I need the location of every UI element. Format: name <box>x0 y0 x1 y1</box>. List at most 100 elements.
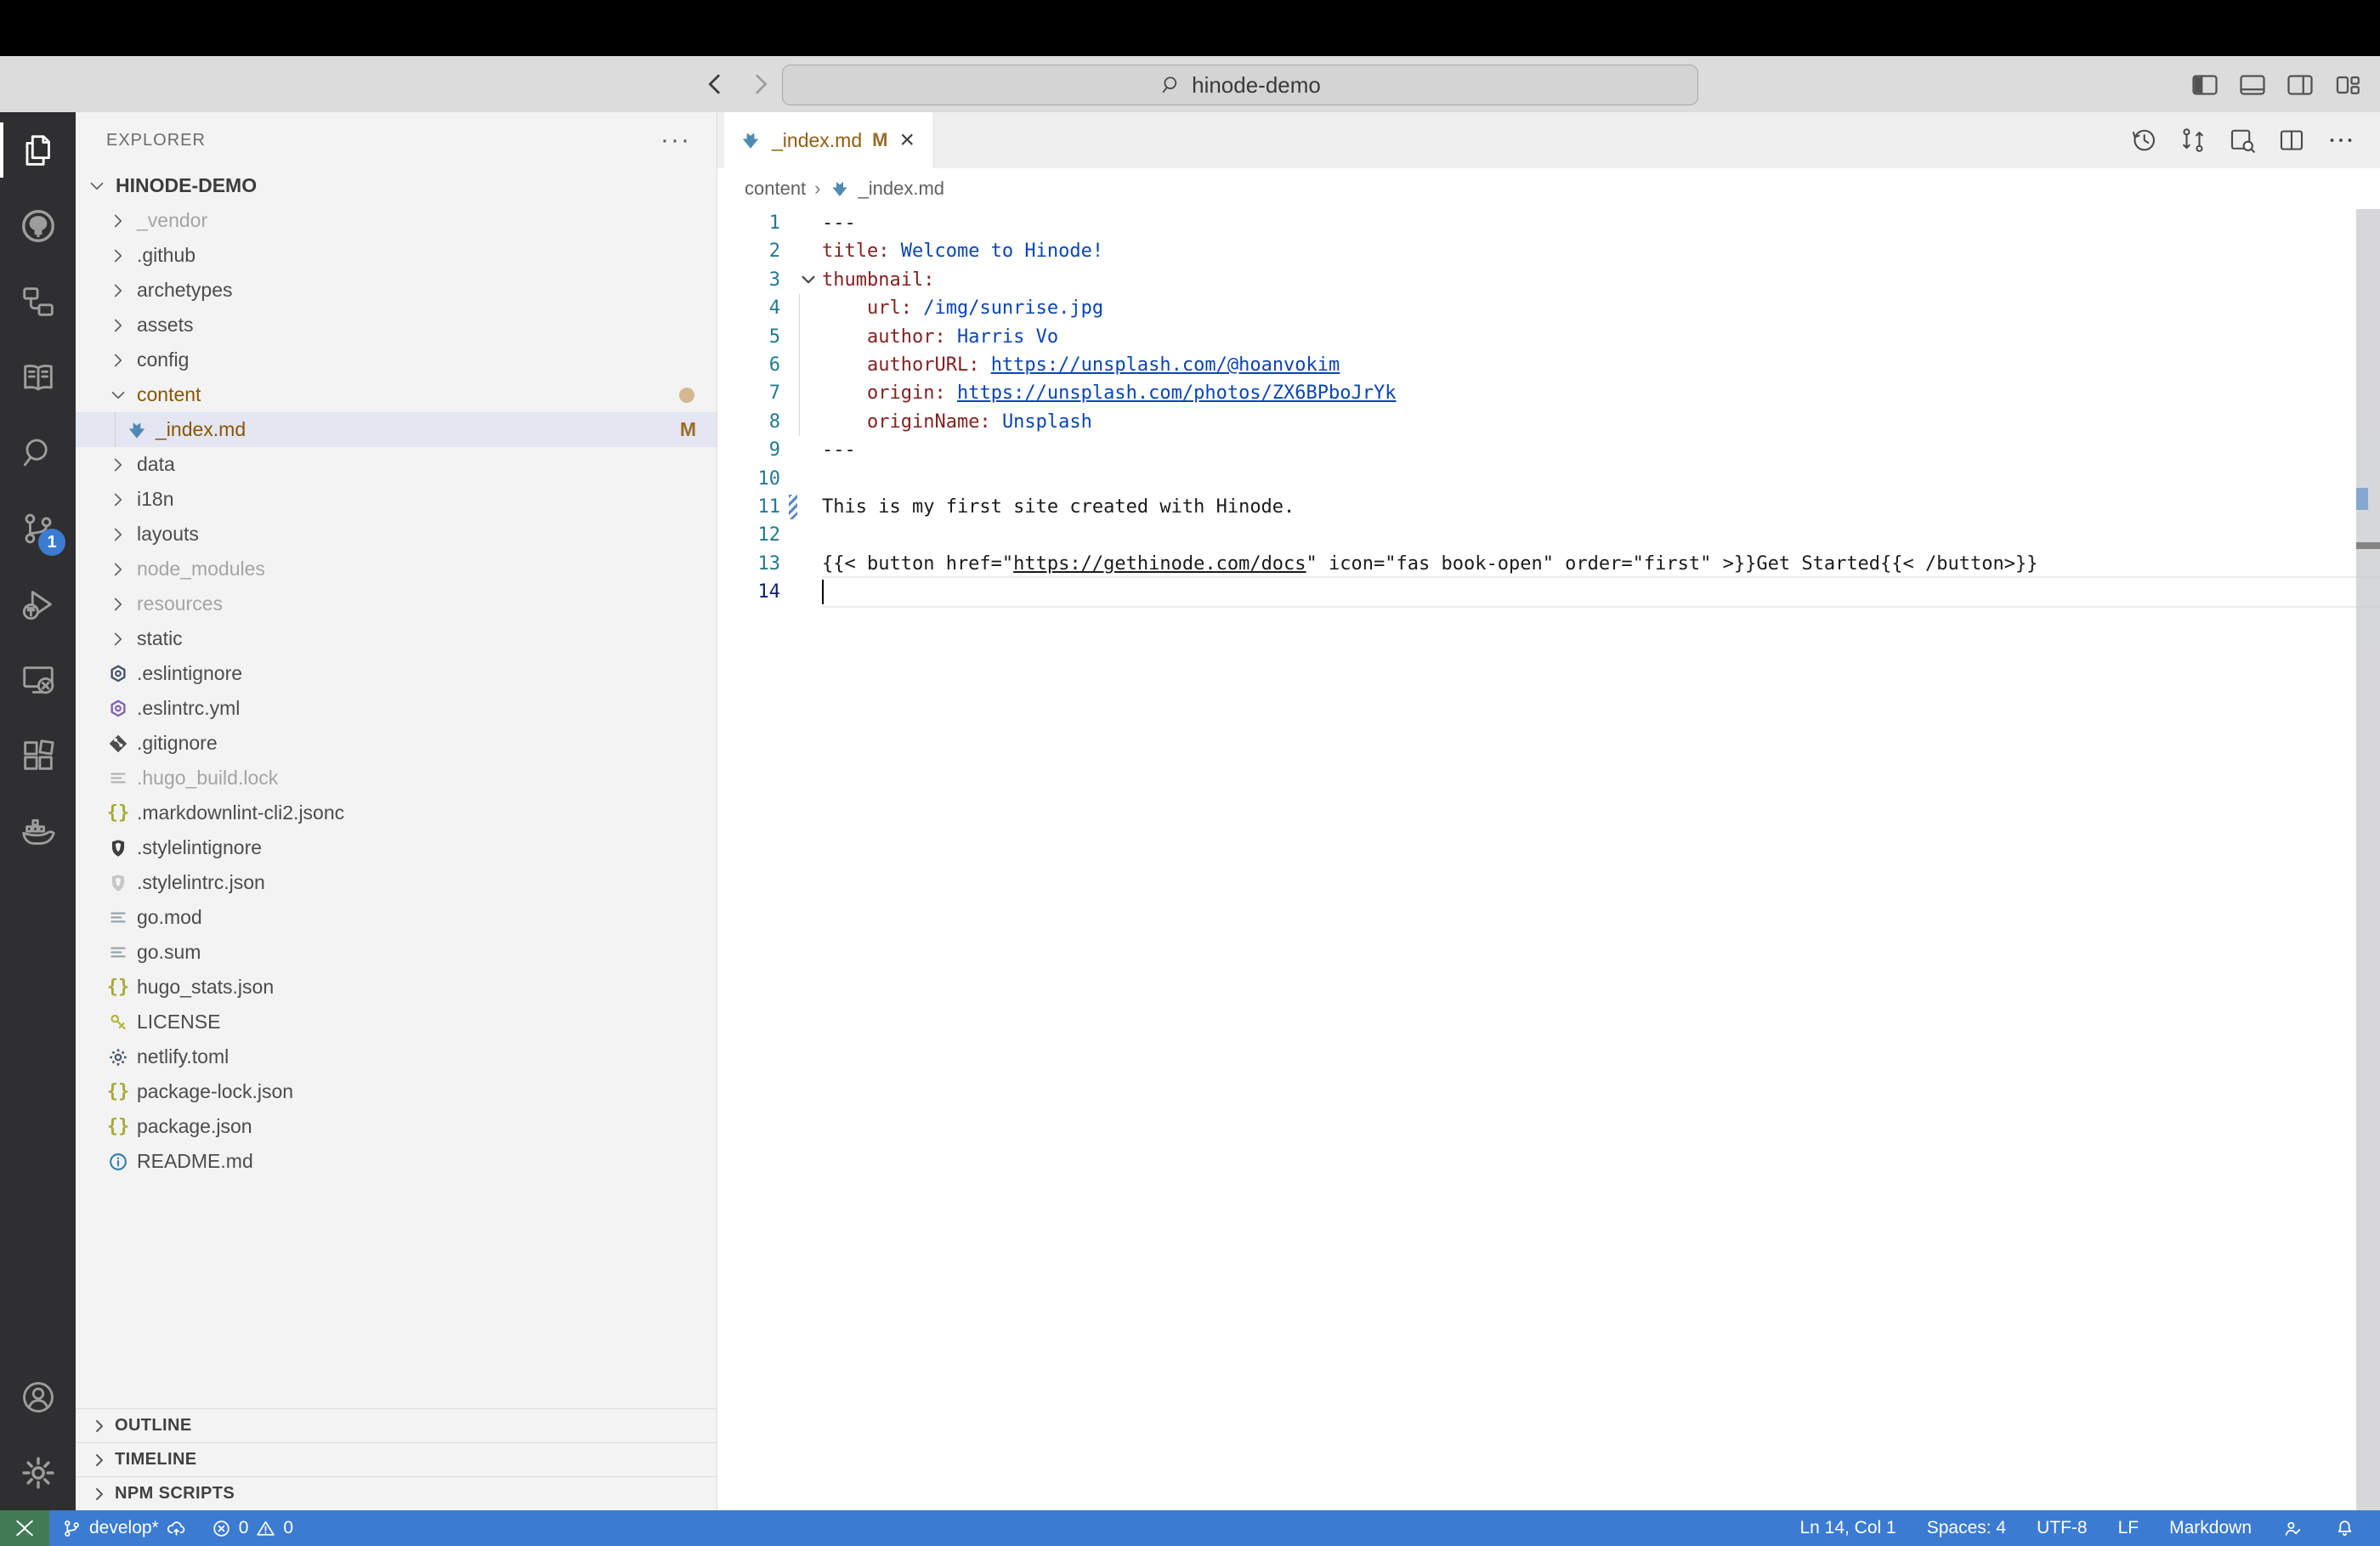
section-timeline[interactable]: TIMELINE <box>76 1442 717 1476</box>
status-cursor-position[interactable]: Ln 14, Col 1 <box>1787 1510 1908 1546</box>
code-line-9[interactable]: 9--- <box>717 436 2380 464</box>
code-line-4[interactable]: 4 url: /img/sunrise.jpg <box>717 294 2380 322</box>
open-preview-icon <box>2227 125 2258 156</box>
editor-scrollbar[interactable] <box>2356 209 2380 1510</box>
status-encoding[interactable]: UTF-8 <box>2024 1510 2100 1546</box>
tree-file-package.json[interactable]: {}package.json <box>76 1109 717 1144</box>
tab-index-md[interactable]: _index.md M × <box>724 112 934 168</box>
tree-folder-node_modules[interactable]: node_modules <box>76 552 717 586</box>
breadcrumb-file[interactable]: _index.md <box>858 178 945 200</box>
activity-settings[interactable] <box>0 1435 76 1510</box>
tree-file-go.mod[interactable]: go.mod <box>76 900 717 935</box>
error-icon <box>211 1518 232 1539</box>
timeline-history-button[interactable] <box>2127 123 2161 157</box>
tree-file-.markdownlint-cli2.jsonc[interactable]: {}.markdownlint-cli2.jsonc <box>76 796 717 830</box>
open-preview-button[interactable] <box>2225 123 2259 157</box>
activity-search[interactable] <box>0 415 76 490</box>
activity-source-control[interactable]: 1 <box>0 490 76 566</box>
tree-folder-archetypes[interactable]: archetypes <box>76 273 717 308</box>
tree-root-folder[interactable]: HINODE-DEMO <box>76 168 717 203</box>
explorer-more-actions-button[interactable]: ··· <box>655 125 696 156</box>
lines-slate-icon <box>107 942 129 964</box>
section-label: OUTLINE <box>115 1416 192 1436</box>
code-line-2[interactable]: 2title: Welcome to Hinode! <box>717 237 2380 265</box>
tree-folder-layouts[interactable]: layouts <box>76 517 717 552</box>
code-line-1[interactable]: 1--- <box>717 209 2380 237</box>
activity-docker[interactable] <box>0 793 76 869</box>
activity-run-debug[interactable] <box>0 566 76 642</box>
tree-folder-content[interactable]: content <box>76 377 717 412</box>
toggle-sidebar-right-button[interactable] <box>2283 68 2317 102</box>
code-line-10[interactable]: 10 <box>717 465 2380 493</box>
customize-layout-button[interactable] <box>2331 68 2365 102</box>
notifications-button[interactable] <box>2321 1510 2368 1546</box>
code-editor[interactable]: 1---2title: Welcome to Hinode!3thumbnail… <box>717 209 2380 1510</box>
status-indentation[interactable]: Spaces: 4 <box>1914 1510 2019 1546</box>
code-line-11[interactable]: 11 This is my first site created with Hin… <box>717 493 2380 521</box>
split-editor-button[interactable] <box>2275 123 2309 157</box>
tree-folder-i18n[interactable]: i18n <box>76 482 717 517</box>
status-eol[interactable]: LF <box>2105 1510 2152 1546</box>
tree-file-.gitignore[interactable]: .gitignore <box>76 726 717 761</box>
remote-indicator[interactable] <box>0 1510 49 1546</box>
tree-file-LICENSE[interactable]: LICENSE <box>76 1005 717 1039</box>
line-number: 9 <box>717 436 780 464</box>
nav-back-button[interactable] <box>699 68 731 100</box>
problems-status[interactable]: 0 0 <box>199 1510 305 1546</box>
tree-file-.stylelintrc.json[interactable]: .stylelintrc.json <box>76 865 717 900</box>
status-language-mode[interactable]: Markdown <box>2156 1510 2264 1546</box>
activity-accounts[interactable] <box>0 1359 76 1435</box>
tree-file-package-lock.json[interactable]: {}package-lock.json <box>76 1074 717 1109</box>
code-line-8[interactable]: 8 originName: Unsplash <box>717 408 2380 436</box>
code-line-6[interactable]: 6 authorURL: https://unsplash.com/@hoanv… <box>717 351 2380 379</box>
compare-changes-button[interactable] <box>2176 123 2210 157</box>
tree-folder-.github[interactable]: .github <box>76 238 717 273</box>
line-text: This is my first site created with Hinod… <box>822 493 2380 521</box>
git-branch-icon <box>61 1518 82 1539</box>
tree-file-_index.md[interactable]: _index.mdM <box>76 412 717 447</box>
command-center-search[interactable]: hinode-demo <box>782 65 1698 105</box>
tree-file-netlify.toml[interactable]: netlify.toml <box>76 1039 717 1074</box>
tree-folder-assets[interactable]: assets <box>76 308 717 343</box>
code-line-5[interactable]: 5 author: Harris Vo <box>717 323 2380 351</box>
code-line-13[interactable]: 13{{< button href="https://gethinode.com… <box>717 550 2380 578</box>
toggle-sidebar-left-button[interactable] <box>2188 68 2222 102</box>
markdown-file-icon <box>740 129 762 151</box>
tree-folder-data[interactable]: data <box>76 447 717 482</box>
tree-file-.eslintignore[interactable]: .eslintignore <box>76 656 717 691</box>
feedback-button[interactable] <box>2270 1510 2316 1546</box>
breadcrumb-folder[interactable]: content <box>745 178 806 200</box>
code-line-14[interactable]: 14 <box>717 578 2380 606</box>
toggle-panel-button[interactable] <box>2236 68 2270 102</box>
more-editor-actions-button[interactable] <box>2324 123 2358 157</box>
section-outline[interactable]: OUTLINE <box>76 1408 717 1442</box>
tab-close-button[interactable]: × <box>898 127 916 153</box>
code-line-7[interactable]: 7 origin: https://unsplash.com/photos/ZX… <box>717 379 2380 407</box>
line-number: 11 <box>717 493 780 521</box>
activity-remote-explorer[interactable] <box>0 642 76 717</box>
section-npm-scripts[interactable]: NPM SCRIPTS <box>76 1476 717 1510</box>
code-line-12[interactable]: 12 <box>717 521 2380 549</box>
tree-file-README.md[interactable]: README.md <box>76 1144 717 1179</box>
code-line-3[interactable]: 3thumbnail: <box>717 266 2380 294</box>
section-label: TIMELINE <box>115 1450 197 1470</box>
branch-status[interactable]: develop* <box>49 1510 199 1546</box>
tree-folder-config[interactable]: config <box>76 343 717 377</box>
history-icon <box>2128 125 2159 156</box>
activity-github[interactable] <box>0 188 76 263</box>
tree-folder-_vendor[interactable]: _vendor <box>76 203 717 238</box>
activity-project-hierarchy[interactable] <box>0 263 76 339</box>
activity-docs-book[interactable] <box>0 339 76 415</box>
activity-extensions[interactable] <box>0 717 76 793</box>
search-icon <box>19 433 58 473</box>
tree-file-hugo_stats.json[interactable]: {}hugo_stats.json <box>76 970 717 1005</box>
tree-file-.stylelintignore[interactable]: .stylelintignore <box>76 830 717 865</box>
tree-folder-static[interactable]: static <box>76 621 717 656</box>
tree-folder-resources[interactable]: resources <box>76 586 717 621</box>
tree-file-go.sum[interactable]: go.sum <box>76 935 717 970</box>
tree-file-.eslintrc.yml[interactable]: .eslintrc.yml <box>76 691 717 726</box>
chevron-right-icon <box>107 593 129 615</box>
nav-forward-button[interactable] <box>745 68 777 100</box>
tree-file-.hugo_build.lock[interactable]: .hugo_build.lock <box>76 761 717 796</box>
activity-explorer[interactable] <box>0 112 76 188</box>
